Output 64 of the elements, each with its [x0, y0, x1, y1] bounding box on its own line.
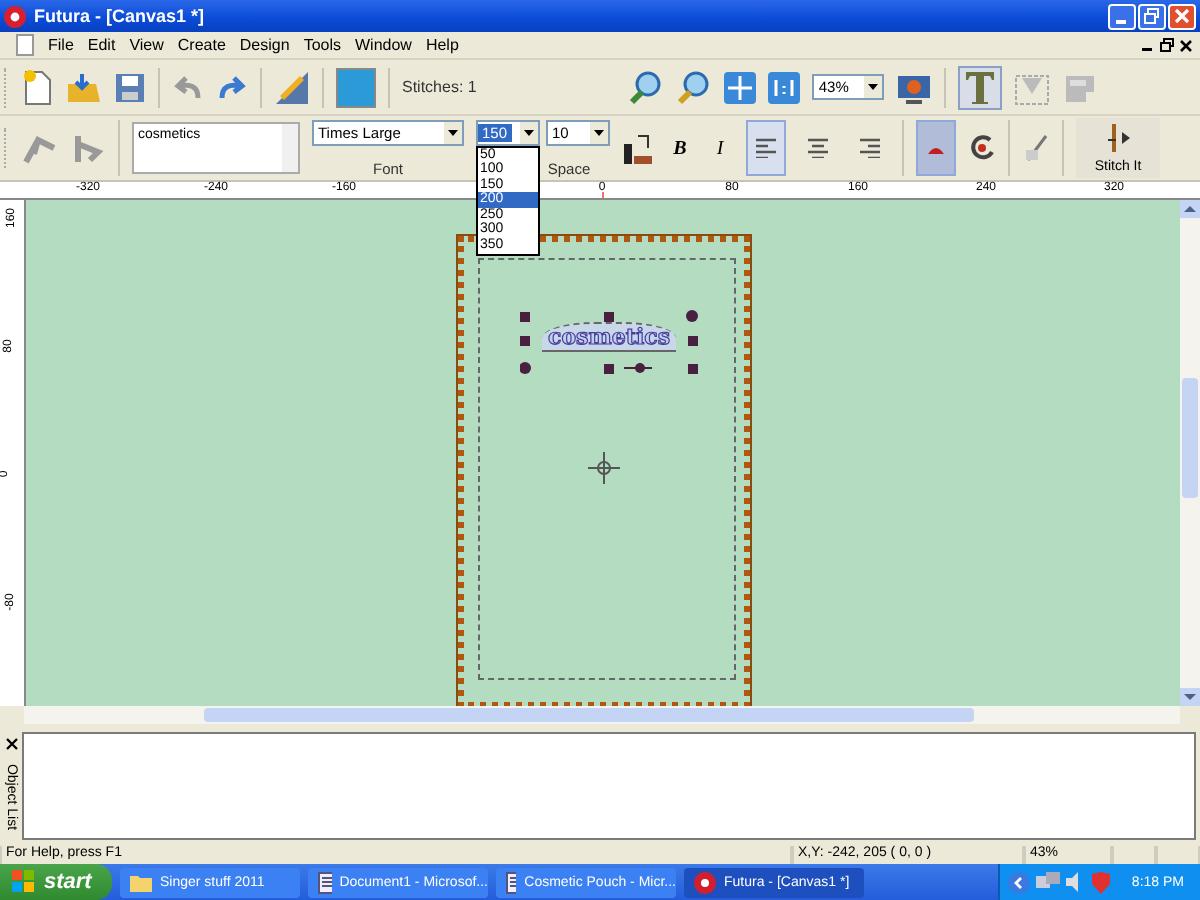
new-file-icon[interactable]: [22, 69, 54, 105]
dropdown-arrow-icon: [868, 84, 879, 90]
fit-to-window-icon[interactable]: [724, 71, 757, 103]
menu-item[interactable]: Create: [177, 36, 226, 54]
restore-button[interactable]: [1138, 3, 1166, 29]
folder-icon: [130, 873, 152, 891]
dropdown-arrow-icon: [594, 129, 604, 135]
document-icon: [506, 871, 517, 893]
close-icon[interactable]: [1180, 39, 1192, 51]
window-title: Futura - [Canvas1 *]: [34, 6, 207, 26]
close-icon: [1174, 8, 1190, 24]
ruler-pencil-icon[interactable]: [274, 69, 310, 105]
document-icon: [318, 871, 332, 893]
stitch-count: Stitches: 1: [402, 78, 477, 96]
document-icon: [16, 34, 34, 56]
align-left-button[interactable]: [746, 120, 786, 176]
minimize-button[interactable]: [1108, 3, 1136, 29]
italic-button[interactable]: I: [706, 134, 734, 162]
network-icon[interactable]: [1035, 872, 1060, 892]
horizontal-scrollbar[interactable]: [24, 706, 1180, 724]
dropdown-arrow-icon: [448, 129, 458, 135]
letter-t-icon: [964, 69, 997, 105]
app-logo-icon: [4, 5, 26, 27]
scrollbar-thumb[interactable]: [204, 708, 974, 722]
app-logo-icon: [694, 871, 716, 893]
menu-item[interactable]: File: [48, 36, 74, 54]
save-icon[interactable]: [114, 71, 146, 103]
color-swap-icon[interactable]: [622, 130, 654, 166]
menu-item[interactable]: Tools: [303, 36, 341, 54]
bold-button[interactable]: B: [666, 134, 694, 162]
menu-item[interactable]: Edit: [87, 36, 116, 54]
crosshair-icon: [588, 452, 620, 484]
undo-icon[interactable]: [172, 73, 204, 101]
zoom-in-icon[interactable]: [628, 69, 665, 105]
windows-logo-icon: [12, 870, 36, 894]
scroll-up-icon[interactable]: [1180, 200, 1200, 218]
menu-item[interactable]: Design: [239, 36, 290, 54]
align-lines-icon: [808, 138, 828, 158]
menu-item[interactable]: Window: [355, 36, 412, 54]
close-icon[interactable]: [5, 738, 17, 750]
close-button[interactable]: [1168, 3, 1196, 29]
start-button[interactable]: start: [0, 864, 112, 900]
open-folder-icon[interactable]: [66, 71, 102, 103]
redo-icon[interactable]: [216, 73, 248, 101]
align-lines-icon: [756, 138, 776, 158]
arc-icon: [926, 142, 946, 154]
chevron-icon[interactable]: [1007, 871, 1030, 893]
color-swatch[interactable]: [336, 67, 376, 107]
dropdown-arrow-icon: [524, 129, 534, 135]
rotate-icon[interactable]: [968, 134, 996, 162]
zoom-out-icon[interactable]: [676, 69, 713, 105]
node-edit-icon[interactable]: [70, 132, 106, 164]
menu-item[interactable]: View: [129, 36, 164, 54]
align-lines-icon: [860, 138, 880, 158]
scroll-down-icon[interactable]: [1180, 688, 1200, 706]
arc-text-button[interactable]: [916, 120, 956, 176]
node-edit-icon[interactable]: [22, 132, 58, 164]
needle-icon: [1104, 122, 1132, 154]
menu-item[interactable]: Help: [425, 36, 459, 54]
text-tool-button[interactable]: [958, 65, 1003, 109]
needle-icon[interactable]: [1022, 132, 1050, 164]
vertical-scrollbar[interactable]: [1180, 200, 1200, 706]
actual-size-icon[interactable]: [768, 71, 801, 103]
scrollbar-thumb[interactable]: [1182, 378, 1198, 498]
